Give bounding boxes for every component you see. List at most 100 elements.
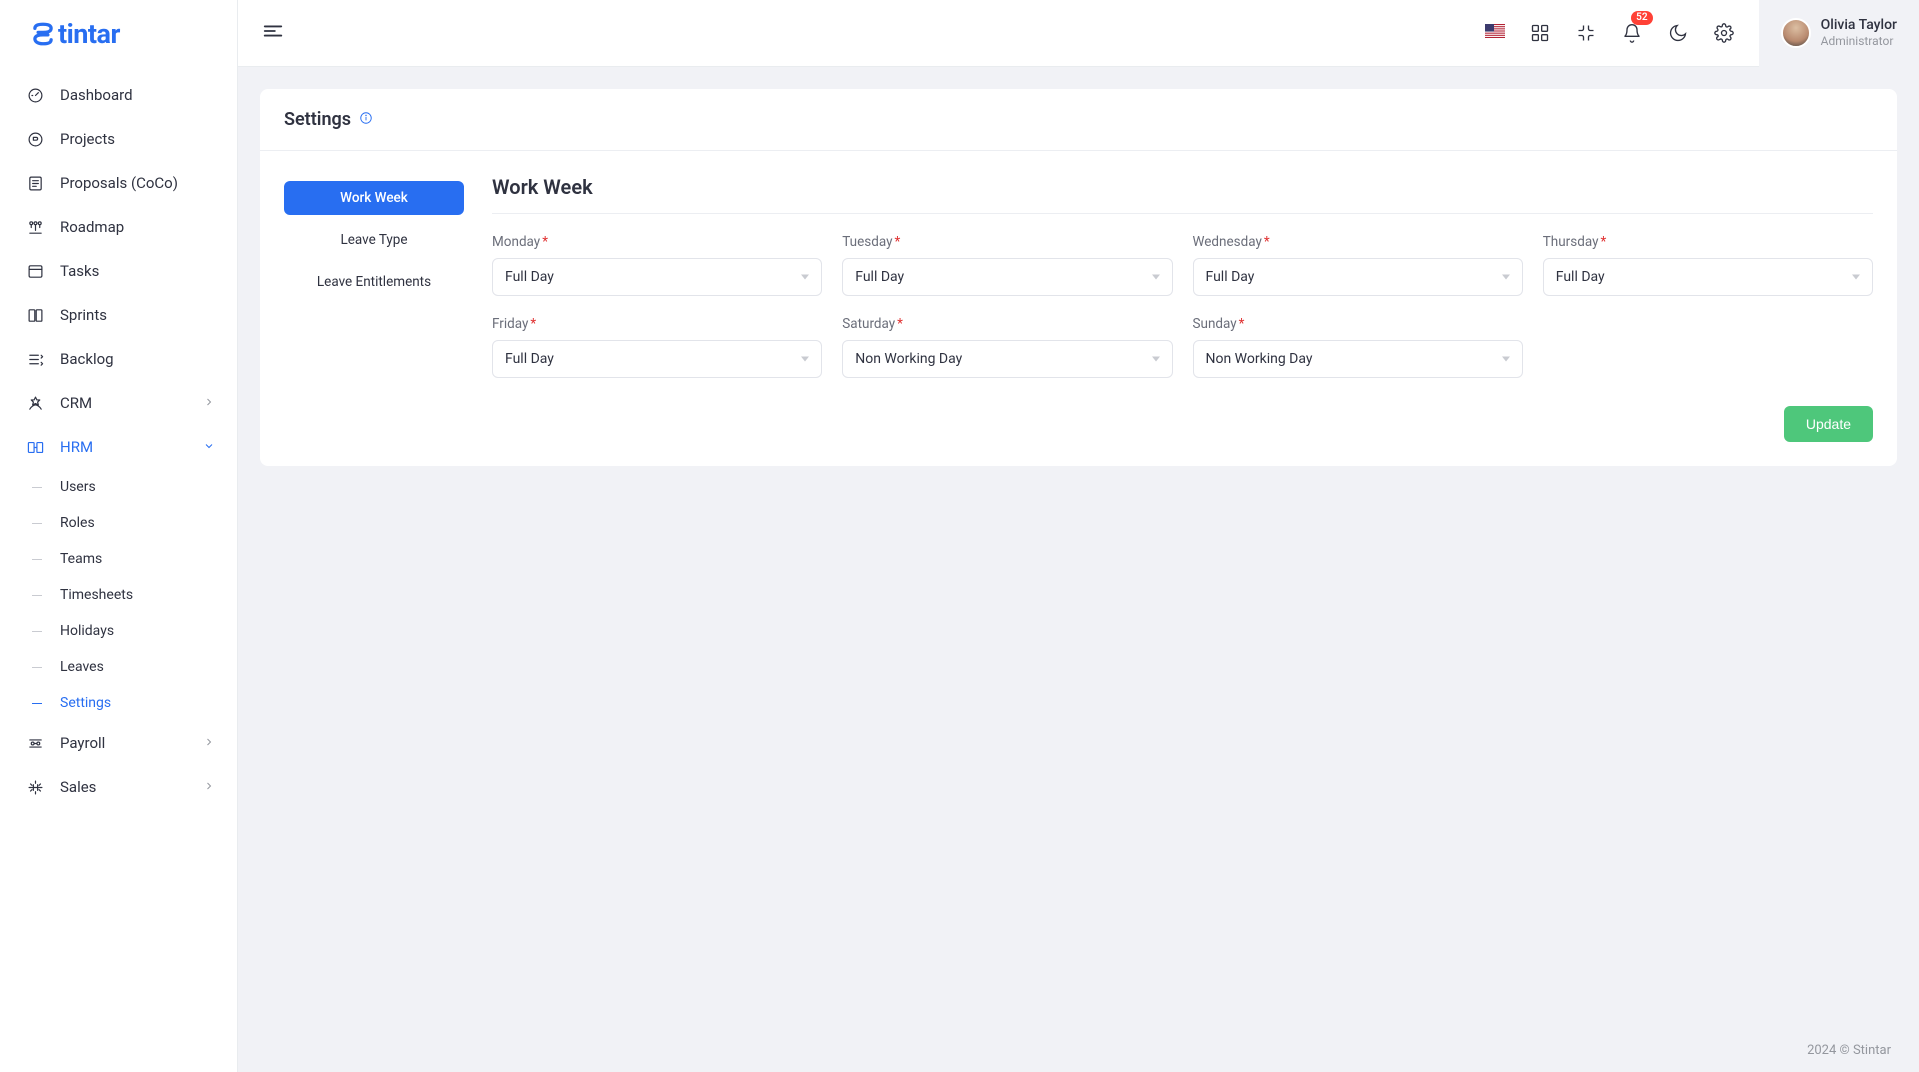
tab-label: Work Week — [340, 190, 408, 206]
select-value: Full Day — [505, 269, 554, 285]
dashboard-icon — [26, 87, 44, 104]
nav-label: Teams — [60, 551, 102, 567]
chevron-right-icon — [203, 734, 217, 752]
field-label: Tuesday* — [842, 234, 1172, 250]
nav-label: Roles — [60, 515, 95, 531]
hrm-icon — [26, 439, 44, 456]
tab-leave-entitlements[interactable]: Leave Entitlements — [284, 265, 464, 299]
sidebar-subitem-teams[interactable]: Teams — [0, 541, 237, 577]
sidebar-item-tasks[interactable]: Tasks — [0, 249, 237, 293]
tasks-icon — [26, 263, 44, 280]
nav-label: Dashboard — [60, 86, 133, 104]
select-saturday[interactable]: Non Working Day — [842, 340, 1172, 378]
sidebar-item-dashboard[interactable]: Dashboard — [0, 73, 237, 117]
sidebar-item-payroll[interactable]: Payroll — [0, 721, 237, 765]
pane-title: Work Week — [492, 175, 1873, 214]
tab-work-week[interactable]: Work Week — [284, 181, 464, 215]
update-button[interactable]: Update — [1784, 406, 1873, 442]
backlog-icon — [26, 351, 44, 368]
brand-logo-icon — [30, 21, 56, 47]
sidebar-item-hrm[interactable]: HRM — [0, 425, 237, 469]
field-label: Thursday* — [1543, 234, 1873, 250]
brand[interactable]: tintar — [0, 0, 237, 67]
sidebar: tintar Dashboard Projects Proposals (CoC… — [0, 0, 238, 1072]
nav-label: HRM — [60, 438, 93, 456]
brand-text: tintar — [58, 18, 120, 50]
settings-pane: Work Week Monday* Full Day Tuesday* Full… — [492, 175, 1873, 442]
menu-toggle-icon[interactable] — [262, 20, 284, 46]
sales-icon — [26, 779, 44, 796]
select-value: Full Day — [505, 351, 554, 367]
notifications-badge: 52 — [1631, 11, 1652, 25]
field-friday: Friday* Full Day — [492, 316, 822, 378]
user-name: Olivia Taylor — [1821, 17, 1897, 34]
fullscreen-exit-icon[interactable] — [1575, 22, 1597, 44]
settings-gear-icon[interactable] — [1713, 22, 1735, 44]
projects-icon — [26, 131, 44, 148]
field-tuesday: Tuesday* Full Day — [842, 234, 1172, 296]
select-sunday[interactable]: Non Working Day — [1193, 340, 1523, 378]
field-thursday: Thursday* Full Day — [1543, 234, 1873, 296]
select-value: Non Working Day — [1206, 351, 1313, 367]
nav-label: CRM — [60, 394, 92, 412]
field-label: Monday* — [492, 234, 822, 250]
field-saturday: Saturday* Non Working Day — [842, 316, 1172, 378]
sidebar-subitem-users[interactable]: Users — [0, 469, 237, 505]
nav-label: Sprints — [60, 306, 107, 324]
sidebar-subitem-roles[interactable]: Roles — [0, 505, 237, 541]
apps-grid-icon[interactable] — [1529, 22, 1551, 44]
work-week-grid: Monday* Full Day Tuesday* Full Day Wedne… — [492, 234, 1873, 378]
user-menu[interactable]: Olivia Taylor Administrator — [1759, 0, 1919, 67]
avatar — [1781, 18, 1811, 48]
select-value: Full Day — [1556, 269, 1605, 285]
settings-tabs: Work Week Leave Type Leave Entitlements — [284, 175, 464, 442]
language-flag-icon[interactable] — [1485, 24, 1505, 42]
sidebar-item-proposals[interactable]: Proposals (CoCo) — [0, 161, 237, 205]
notifications-icon[interactable]: 52 — [1621, 22, 1643, 44]
sidebar-item-crm[interactable]: CRM — [0, 381, 237, 425]
app-shell: tintar Dashboard Projects Proposals (CoC… — [0, 0, 1919, 1072]
sprints-icon — [26, 307, 44, 324]
nav-label: Backlog — [60, 350, 114, 368]
sidebar-item-sprints[interactable]: Sprints — [0, 293, 237, 337]
field-label: Friday* — [492, 316, 822, 332]
field-sunday: Sunday* Non Working Day — [1193, 316, 1523, 378]
select-monday[interactable]: Full Day — [492, 258, 822, 296]
sidebar-item-backlog[interactable]: Backlog — [0, 337, 237, 381]
button-label: Update — [1806, 416, 1851, 432]
main-column: 52 Olivia Taylor Administrator — [238, 0, 1919, 1072]
info-icon[interactable] — [359, 111, 373, 129]
select-thursday[interactable]: Full Day — [1543, 258, 1873, 296]
nav-label: Holidays — [60, 623, 114, 639]
nav-label: Projects — [60, 130, 115, 148]
sidebar-item-roadmap[interactable]: Roadmap — [0, 205, 237, 249]
field-label: Saturday* — [842, 316, 1172, 332]
tab-leave-type[interactable]: Leave Type — [284, 223, 464, 257]
sidebar-subitem-timesheets[interactable]: Timesheets — [0, 577, 237, 613]
nav-label: Leaves — [60, 659, 104, 675]
select-tuesday[interactable]: Full Day — [842, 258, 1172, 296]
sidebar-subitem-holidays[interactable]: Holidays — [0, 613, 237, 649]
chevron-right-icon — [203, 394, 217, 412]
roadmap-icon — [26, 219, 44, 236]
card-header: Settings — [260, 89, 1897, 151]
sidebar-subitem-settings[interactable]: Settings — [0, 685, 237, 721]
nav-label: Timesheets — [60, 587, 133, 603]
nav: Dashboard Projects Proposals (CoCo) Road… — [0, 67, 237, 1072]
select-value: Full Day — [855, 269, 904, 285]
dark-mode-icon[interactable] — [1667, 22, 1689, 44]
content: Settings Work Week Leave Type Leave Enti… — [238, 67, 1919, 1072]
nav-label: Settings — [60, 695, 111, 711]
nav-label: Payroll — [60, 734, 105, 752]
sidebar-subitem-leaves[interactable]: Leaves — [0, 649, 237, 685]
settings-card: Settings Work Week Leave Type Leave Enti… — [260, 89, 1897, 466]
chevron-down-icon — [203, 438, 217, 456]
sidebar-item-projects[interactable]: Projects — [0, 117, 237, 161]
proposals-icon — [26, 175, 44, 192]
sidebar-item-sales[interactable]: Sales — [0, 765, 237, 809]
select-wednesday[interactable]: Full Day — [1193, 258, 1523, 296]
topbar: 52 Olivia Taylor Administrator — [238, 0, 1919, 67]
select-friday[interactable]: Full Day — [492, 340, 822, 378]
field-label: Sunday* — [1193, 316, 1523, 332]
tab-label: Leave Type — [340, 232, 407, 248]
